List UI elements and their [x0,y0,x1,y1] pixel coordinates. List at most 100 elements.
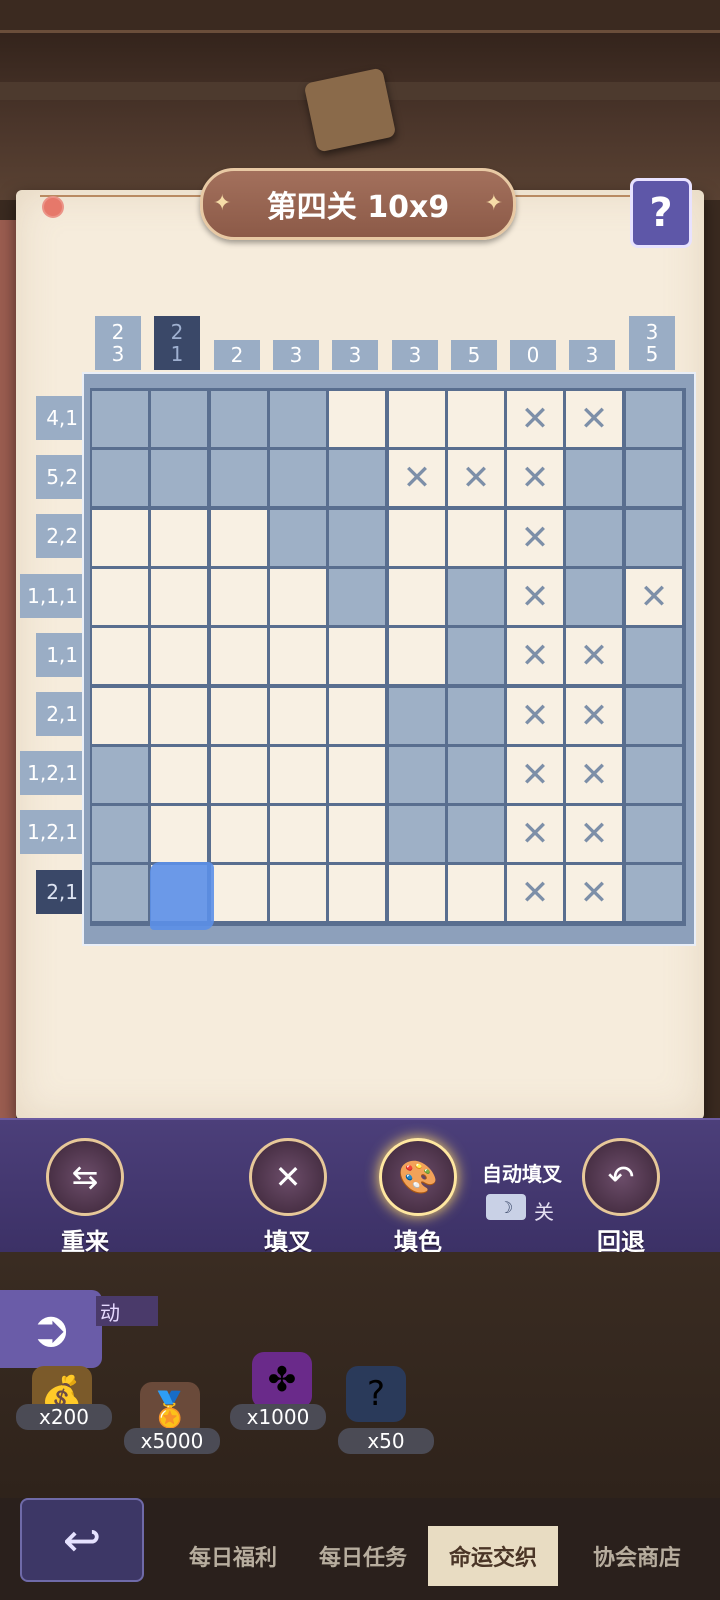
grid-cell-empty[interactable] [211,865,267,921]
grid-cell-empty[interactable] [329,865,385,921]
grid-cell-crossed[interactable]: ✕ [507,865,563,921]
tab-guild-shop[interactable]: 协会商店 [572,1526,702,1586]
grid-cell-crossed[interactable]: ✕ [566,628,622,684]
grid-cell-filled[interactable] [329,569,385,625]
grid-cell-crossed[interactable]: ✕ [507,569,563,625]
grid-cell-filled[interactable] [329,450,385,506]
grid-cell-filled[interactable] [566,510,622,566]
help-button[interactable]: ? [630,178,692,248]
restart-button[interactable]: ⇆ 重来 [40,1138,130,1257]
grid-cell-crossed[interactable]: ✕ [566,865,622,921]
grid-cell-empty[interactable] [270,806,326,862]
grid-cell-filled[interactable] [626,628,682,684]
grid-cell-filled[interactable] [626,806,682,862]
grid-cell-filled[interactable] [626,688,682,744]
grid-cell-empty[interactable] [448,510,504,566]
grid-cell-empty[interactable] [329,391,385,447]
grid-cell-filled[interactable] [626,450,682,506]
grid-cell-crossed[interactable]: ✕ [626,569,682,625]
grid-cell-filled[interactable] [92,865,148,921]
grid-cell-filled[interactable] [389,747,445,803]
grid-cell-filled[interactable] [270,450,326,506]
grid-cell-filled[interactable] [211,391,267,447]
grid-cell-empty[interactable] [270,865,326,921]
grid-cell-filled[interactable] [389,688,445,744]
grid-cell-empty[interactable] [92,688,148,744]
grid-cell-empty[interactable] [92,510,148,566]
undo-button[interactable]: ↶ 回退 [576,1138,666,1257]
cross-mode-button[interactable]: ✕ 填叉 [243,1138,333,1257]
grid-cell-filled[interactable] [92,806,148,862]
grid-cell-empty[interactable] [389,391,445,447]
grid-cell-empty[interactable] [389,865,445,921]
grid-cell-empty[interactable] [389,569,445,625]
grid-cell-filled[interactable] [448,628,504,684]
grid-cell-filled[interactable] [389,806,445,862]
grid-cell-filled[interactable] [151,391,207,447]
grid-cell-empty[interactable] [151,688,207,744]
grid-cell-crossed[interactable]: ✕ [507,391,563,447]
grid-cell-filled[interactable] [566,450,622,506]
tab-fate-intertwined[interactable]: 命运交织 [428,1526,558,1586]
event-flag-button[interactable]: ➲ [0,1290,102,1368]
grid-cell-filled[interactable] [566,569,622,625]
grid-cell-filled[interactable] [448,569,504,625]
grid-cell-crossed[interactable]: ✕ [566,391,622,447]
grid-cell-empty[interactable] [448,865,504,921]
grid-cell-empty[interactable] [151,510,207,566]
tab-daily-welfare[interactable]: 每日福利 [168,1526,298,1586]
grid-cell-empty[interactable] [151,569,207,625]
grid-cell-empty[interactable] [329,628,385,684]
grid-cell-empty[interactable] [211,510,267,566]
grid-cell-crossed[interactable]: ✕ [566,806,622,862]
grid-cell-empty[interactable] [151,628,207,684]
grid-cell-crossed[interactable]: ✕ [389,450,445,506]
grid-cell-empty[interactable] [448,391,504,447]
grid-cell-empty[interactable] [329,688,385,744]
auto-cross-toggle[interactable]: ☽ [486,1194,526,1220]
grid-cell-empty[interactable] [211,747,267,803]
grid-cell-filled[interactable] [92,450,148,506]
grid-cell-crossed[interactable]: ✕ [507,688,563,744]
back-button[interactable]: ↩ [20,1498,144,1582]
grid-cell-filled[interactable] [626,510,682,566]
grid-cell-filled[interactable] [448,806,504,862]
grid-cell-crossed[interactable]: ✕ [507,628,563,684]
fill-mode-button[interactable]: 🎨 填色 [373,1138,463,1257]
grid-cell-filled[interactable] [329,510,385,566]
grid-cell-filled[interactable] [626,391,682,447]
grid-cell-empty[interactable] [329,806,385,862]
grid-cell-empty[interactable] [270,628,326,684]
grid-cell-crossed[interactable]: ✕ [566,688,622,744]
grid-cell-filled[interactable] [626,747,682,803]
grid-cell-empty[interactable] [389,510,445,566]
grid-cell-empty[interactable] [270,688,326,744]
grid-cell-empty[interactable] [329,747,385,803]
grid-cell-empty[interactable] [151,806,207,862]
grid-cell-filled[interactable] [270,510,326,566]
grid-cell-filled[interactable] [211,450,267,506]
grid-cell-filled[interactable] [448,688,504,744]
grid-cell-empty[interactable] [389,628,445,684]
grid-cell-crossed[interactable]: ✕ [507,806,563,862]
grid-cell-filled[interactable] [151,450,207,506]
grid-cell-crossed[interactable]: ✕ [566,747,622,803]
grid-cell-filled[interactable] [270,391,326,447]
grid-cell-empty[interactable] [211,569,267,625]
grid-cell-filled[interactable] [92,747,148,803]
grid-cell-empty[interactable] [211,806,267,862]
grid-cell-empty[interactable] [151,747,207,803]
grid-cell-crossed[interactable]: ✕ [507,450,563,506]
grid-cell-empty[interactable] [92,569,148,625]
grid-cell-filled[interactable] [626,865,682,921]
tab-daily-tasks[interactable]: 每日任务 [298,1526,428,1586]
grid-cell-empty[interactable] [211,688,267,744]
grid-cell-empty[interactable] [270,747,326,803]
grid-cell-crossed[interactable]: ✕ [507,510,563,566]
grid-cell-empty[interactable] [270,569,326,625]
grid-cell-crossed[interactable]: ✕ [448,450,504,506]
grid-cell-empty[interactable] [92,628,148,684]
grid-cell-filled[interactable] [92,391,148,447]
grid-cell-filled[interactable] [448,747,504,803]
grid-cell-empty[interactable] [211,628,267,684]
